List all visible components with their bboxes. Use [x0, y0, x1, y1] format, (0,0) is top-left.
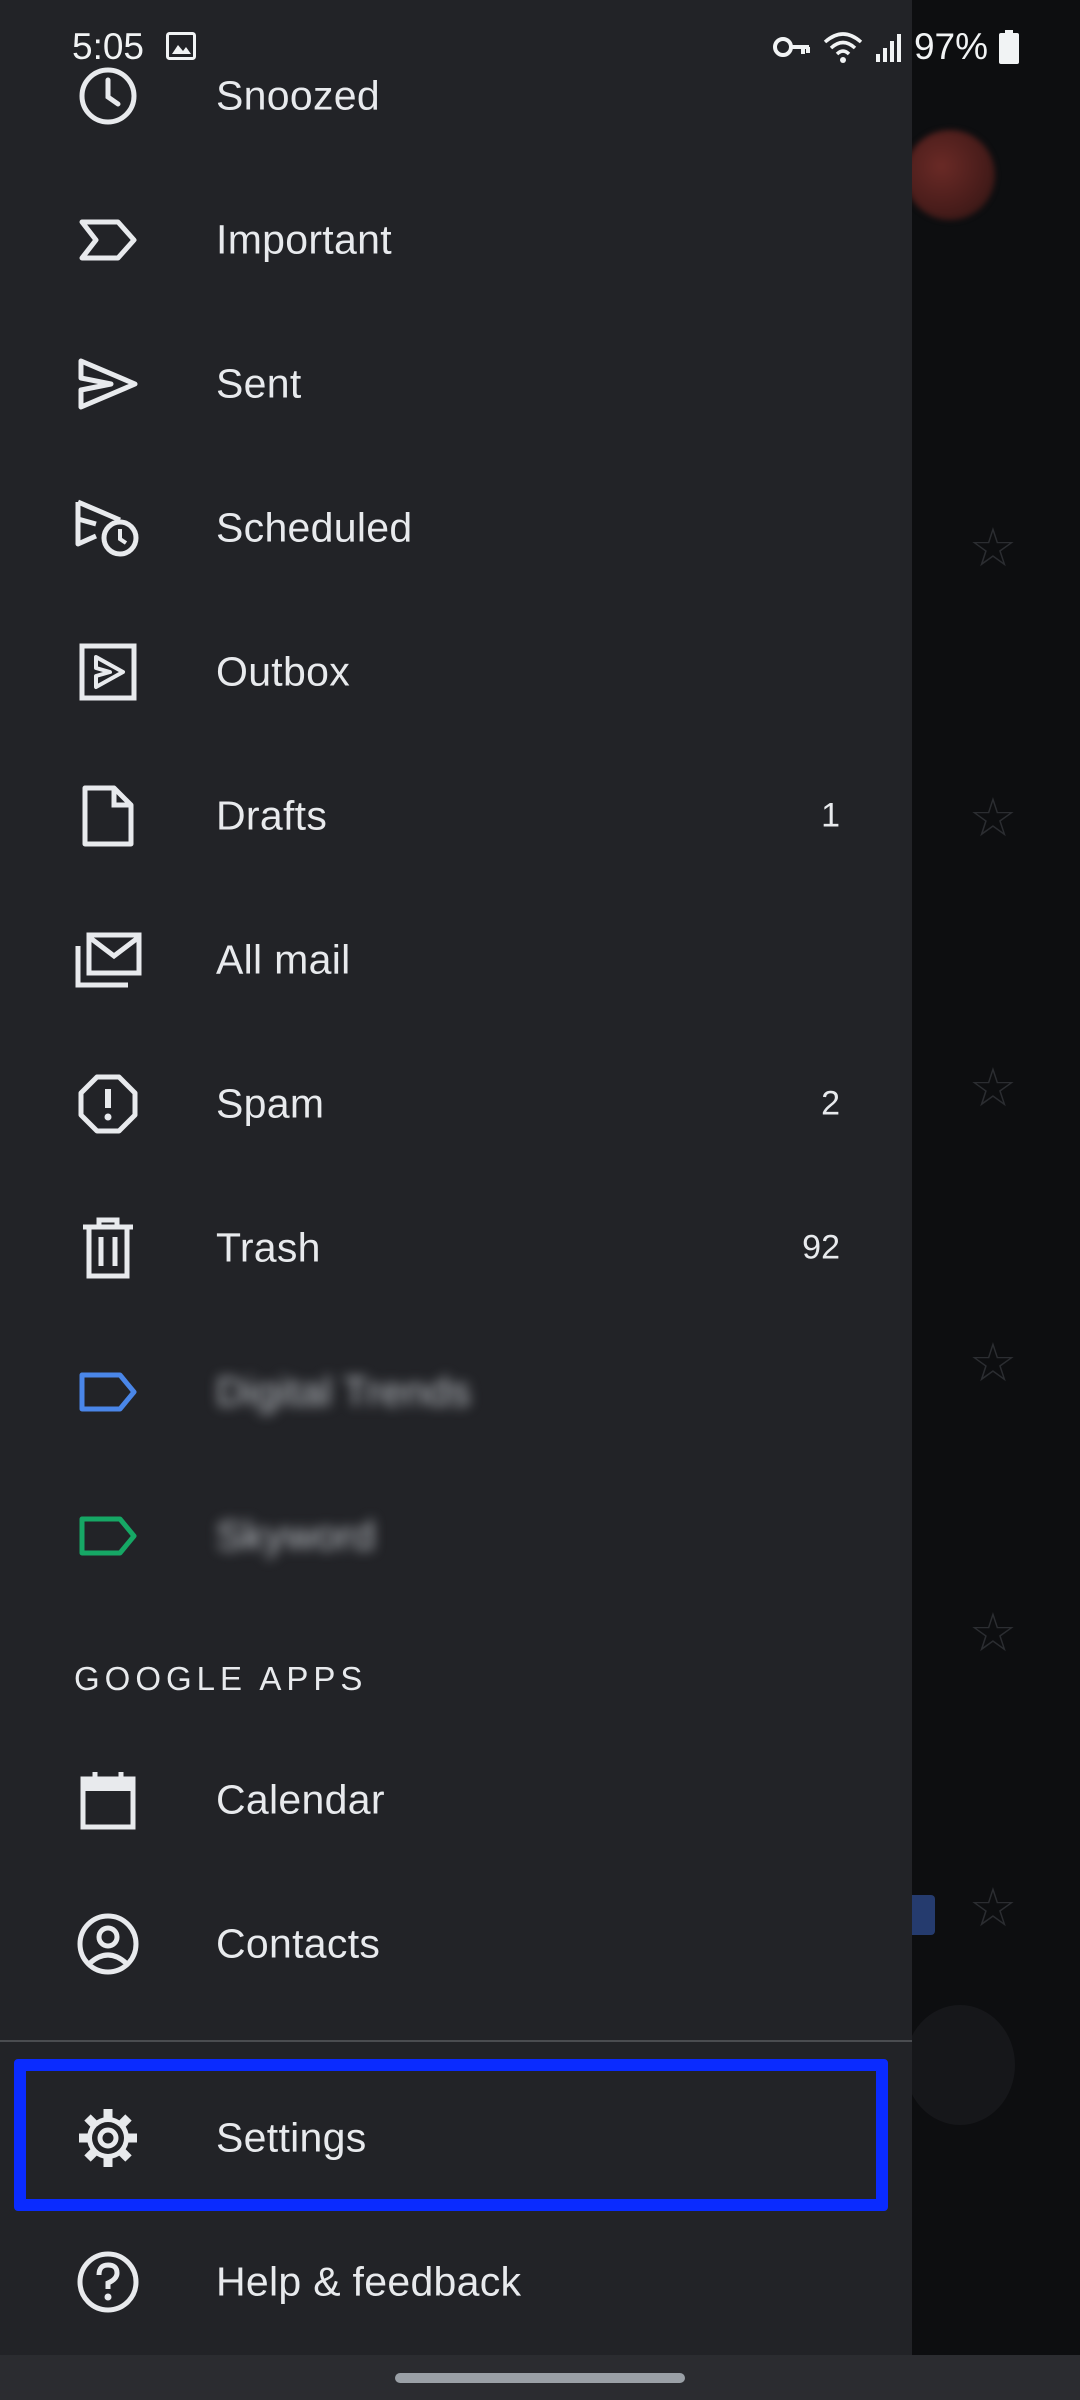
drawer-item-drafts[interactable]: Drafts 1 [0, 744, 912, 888]
drawer-item-label-skyword[interactable]: Skyword [0, 1464, 912, 1608]
drawer-item-label: Skyword [216, 1512, 376, 1559]
drawer-item-label: Contacts [216, 1920, 381, 1967]
drawer-item-contacts[interactable]: Contacts [0, 1872, 912, 2016]
drawer-item-label: Help & feedback [216, 2258, 522, 2305]
battery-icon [999, 30, 1019, 64]
star-icon: ☆ [968, 788, 1018, 848]
unread-count: 2 [821, 1084, 840, 1123]
calendar-icon [72, 1770, 144, 1830]
drawer-item-trash[interactable]: Trash 92 [0, 1176, 912, 1320]
drawer-item-scheduled[interactable]: Scheduled [0, 456, 912, 600]
home-gesture-handle[interactable] [395, 2373, 685, 2383]
scheduled-send-icon [72, 498, 144, 558]
drawer-item-label-digital-trends[interactable]: Digital Trends [0, 1320, 912, 1464]
label-icon [72, 1362, 144, 1422]
star-icon: ☆ [968, 1058, 1018, 1118]
signal-icon [875, 34, 901, 62]
navigation-drawer: Snoozed Important Sent Scheduled Outbox … [0, 0, 912, 2355]
contacts-icon [72, 1913, 144, 1975]
image-notification-icon [166, 32, 196, 60]
account-avatar [905, 130, 995, 220]
drawer-item-label: Drafts [216, 792, 328, 839]
drawer-item-outbox[interactable]: Outbox [0, 600, 912, 744]
drawer-item-sent[interactable]: Sent [0, 312, 912, 456]
drawer-item-spam[interactable]: Spam 2 [0, 1032, 912, 1176]
drawer-item-important[interactable]: Important [0, 168, 912, 312]
divider [0, 2040, 912, 2042]
drawer-item-label: Digital Trends [216, 1368, 471, 1415]
drawer-item-label: Trash [216, 1224, 321, 1271]
star-icon: ☆ [968, 1333, 1018, 1393]
help-icon [72, 2251, 144, 2313]
unread-count: 1 [821, 796, 840, 835]
battery-percent: 97% [913, 26, 988, 67]
drawer-item-help-feedback[interactable]: Help & feedback [0, 2210, 912, 2354]
status-bar: 5:05 97% [0, 0, 1080, 96]
drawer-item-label: Important [216, 216, 392, 263]
drawer-item-calendar[interactable]: Calendar [0, 1728, 912, 1872]
unread-count: 92 [802, 1228, 840, 1267]
drawer-item-label: Calendar [216, 1776, 385, 1823]
drawer-item-label: Scheduled [216, 504, 413, 551]
vpn-key-icon [772, 37, 810, 57]
drawer-item-label: All mail [216, 936, 351, 983]
spam-icon [72, 1074, 144, 1134]
settings-highlight-box [14, 2059, 888, 2211]
drawer-item-all-mail[interactable]: All mail [0, 888, 912, 1032]
wifi-icon [823, 32, 863, 63]
status-time: 5:05 [72, 26, 145, 67]
draft-file-icon [72, 785, 144, 847]
all-mail-icon [72, 930, 144, 990]
important-icon [72, 210, 144, 270]
star-icon: ☆ [968, 1878, 1018, 1938]
star-icon: ☆ [968, 1603, 1018, 1663]
drawer-item-label: Outbox [216, 648, 350, 695]
system-navigation-bar [0, 2355, 1080, 2400]
trash-icon [72, 1217, 144, 1279]
section-header-google-apps: GOOGLE APPS [74, 1660, 368, 1697]
drawer-item-label: Spam [216, 1080, 325, 1127]
send-icon [72, 354, 144, 414]
outbox-icon [72, 642, 144, 702]
star-icon: ☆ [968, 518, 1018, 578]
compose-fab [905, 2005, 1015, 2125]
drawer-item-label: Sent [216, 360, 302, 407]
label-icon [72, 1506, 144, 1566]
